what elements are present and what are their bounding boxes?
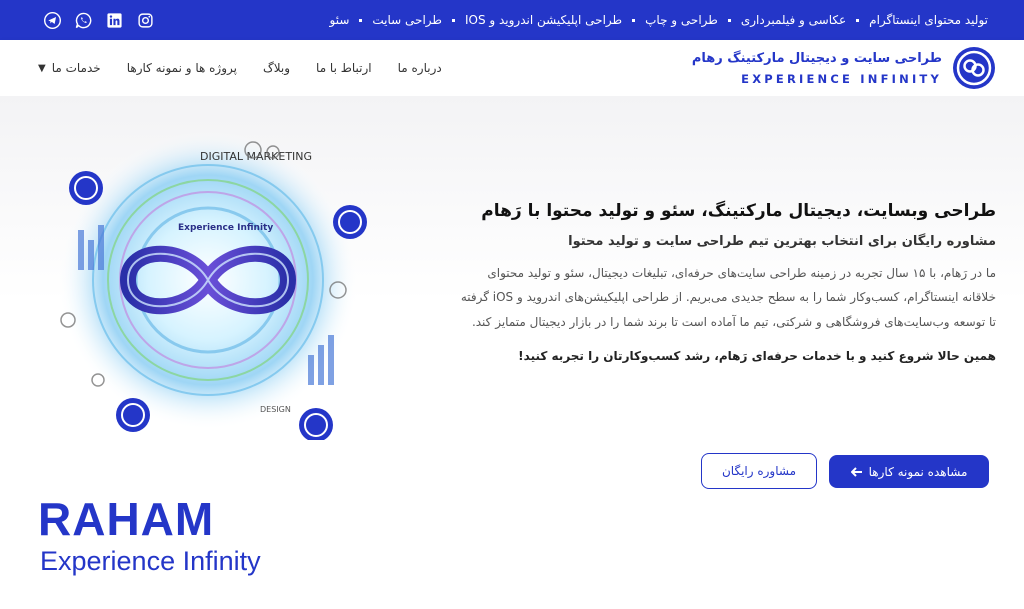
top-link-seo[interactable]: سئو xyxy=(330,13,350,27)
view-portfolio-label: مشاهده نمونه کارها xyxy=(868,464,968,479)
hero-section: DIGITAL MARKETING Experience Infinity DE… xyxy=(0,96,1024,609)
art-text-design: DESIGN xyxy=(260,405,291,414)
nav-blog[interactable]: وبلاگ xyxy=(263,61,290,75)
hero-content: طراحی وبسایت، دیجیتال مارکتینگ، سئو و تو… xyxy=(456,200,996,363)
hero-title: طراحی وبسایت، دیجیتال مارکتینگ، سئو و تو… xyxy=(481,201,996,221)
hero-cta-text: همین حالا شروع کنید و با خدمات حرفه‌ای ر… xyxy=(518,348,996,363)
logo-text: طراحی سایت و دیجیتال مارکتینگ رهام EXPER… xyxy=(692,51,942,86)
arrow-left-icon xyxy=(850,466,862,477)
chevron-down-icon: ▼ xyxy=(38,62,46,74)
logo-badge-icon xyxy=(69,171,103,205)
main-header: طراحی سایت و دیجیتال مارکتینگ رهام EXPER… xyxy=(0,40,1024,96)
nav-services[interactable]: خدمات ما ▼ xyxy=(38,61,101,75)
logo-mark-icon xyxy=(953,47,995,89)
hero-subtitle: مشاوره رایگان برای انتخاب بهترین تیم طرا… xyxy=(568,233,996,249)
logo-badge-icon xyxy=(333,205,367,239)
brand-tagline: Experience Infinity xyxy=(40,546,261,576)
hero-paragraph: ما در رَهام، با ۱۵ سال تجربه در زمینه طر… xyxy=(460,265,996,329)
telegram-icon[interactable] xyxy=(44,12,61,29)
separator xyxy=(856,18,860,22)
hero-illustration: DIGITAL MARKETING Experience Infinity DE… xyxy=(58,130,367,440)
logo-title: طراحی سایت و دیجیتال مارکتینگ رهام xyxy=(691,50,942,66)
social-links xyxy=(44,12,154,29)
art-text-digital: DIGITAL MARKETING xyxy=(200,150,312,163)
free-consultation-button[interactable]: مشاوره رایگان xyxy=(701,453,817,489)
separator xyxy=(451,18,455,22)
top-link-photography[interactable]: عکاسی و فیلمبرداری xyxy=(741,13,846,27)
linkedin-icon[interactable] xyxy=(106,12,123,29)
nav-services-label: خدمات ما xyxy=(51,61,101,75)
nav-about[interactable]: درباره ما xyxy=(398,61,442,75)
nav-contact[interactable]: ارتباط با ما xyxy=(316,61,372,75)
instagram-icon[interactable] xyxy=(137,12,154,29)
top-link-print-design[interactable]: طراحی و چاپ xyxy=(645,13,718,27)
top-link-instagram-content[interactable]: تولید محتوای اینستاگرام xyxy=(869,13,988,27)
separator xyxy=(359,18,363,22)
separator xyxy=(727,18,731,22)
whatsapp-icon[interactable] xyxy=(75,12,92,29)
nav-projects[interactable]: پروژه ها و نمونه کارها xyxy=(127,61,237,75)
top-bar: سئو طراحی سایت طراحی اپلیکیشن اندروید و … xyxy=(0,0,1024,40)
top-link-web-design[interactable]: طراحی سایت xyxy=(372,13,442,27)
view-portfolio-button[interactable]: مشاهده نمونه کارها xyxy=(829,455,989,488)
brand-name: RAHAM xyxy=(38,493,215,545)
separator xyxy=(632,18,636,22)
top-nav: سئو طراحی سایت طراحی اپلیکیشن اندروید و … xyxy=(330,0,989,40)
logo-badge-icon xyxy=(116,398,150,432)
logo-badge-icon xyxy=(299,408,333,440)
main-nav: درباره ما ارتباط با ما وبلاگ پروژه ها و … xyxy=(38,40,442,96)
art-text-experience: Experience Infinity xyxy=(178,223,273,233)
top-link-app-design[interactable]: طراحی اپلیکیشن اندروید و IOS xyxy=(465,13,622,27)
logo-subtitle: EXPERIENCE INFINITY xyxy=(741,71,942,86)
site-logo[interactable]: طراحی سایت و دیجیتال مارکتینگ رهام EXPER… xyxy=(692,46,996,90)
